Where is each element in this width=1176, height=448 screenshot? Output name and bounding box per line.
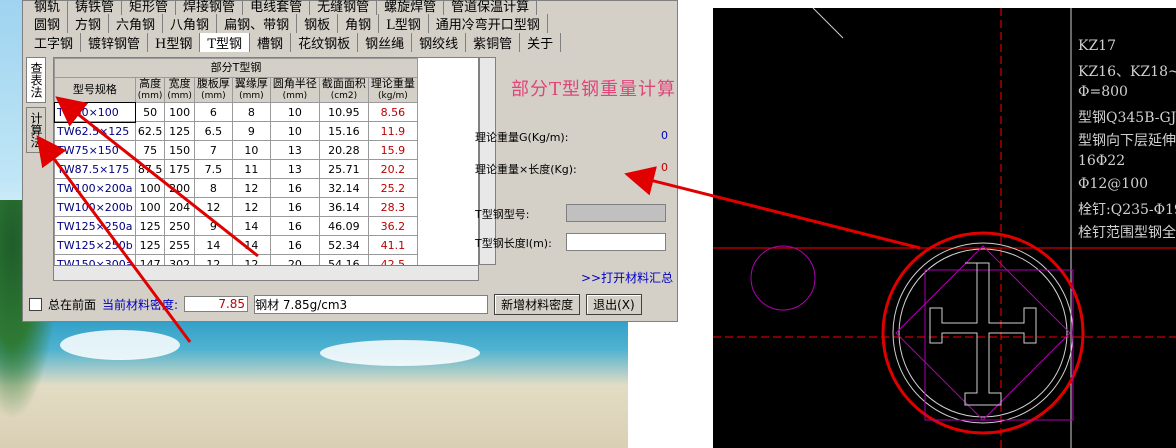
annotation-arrows: [36, 96, 921, 343]
